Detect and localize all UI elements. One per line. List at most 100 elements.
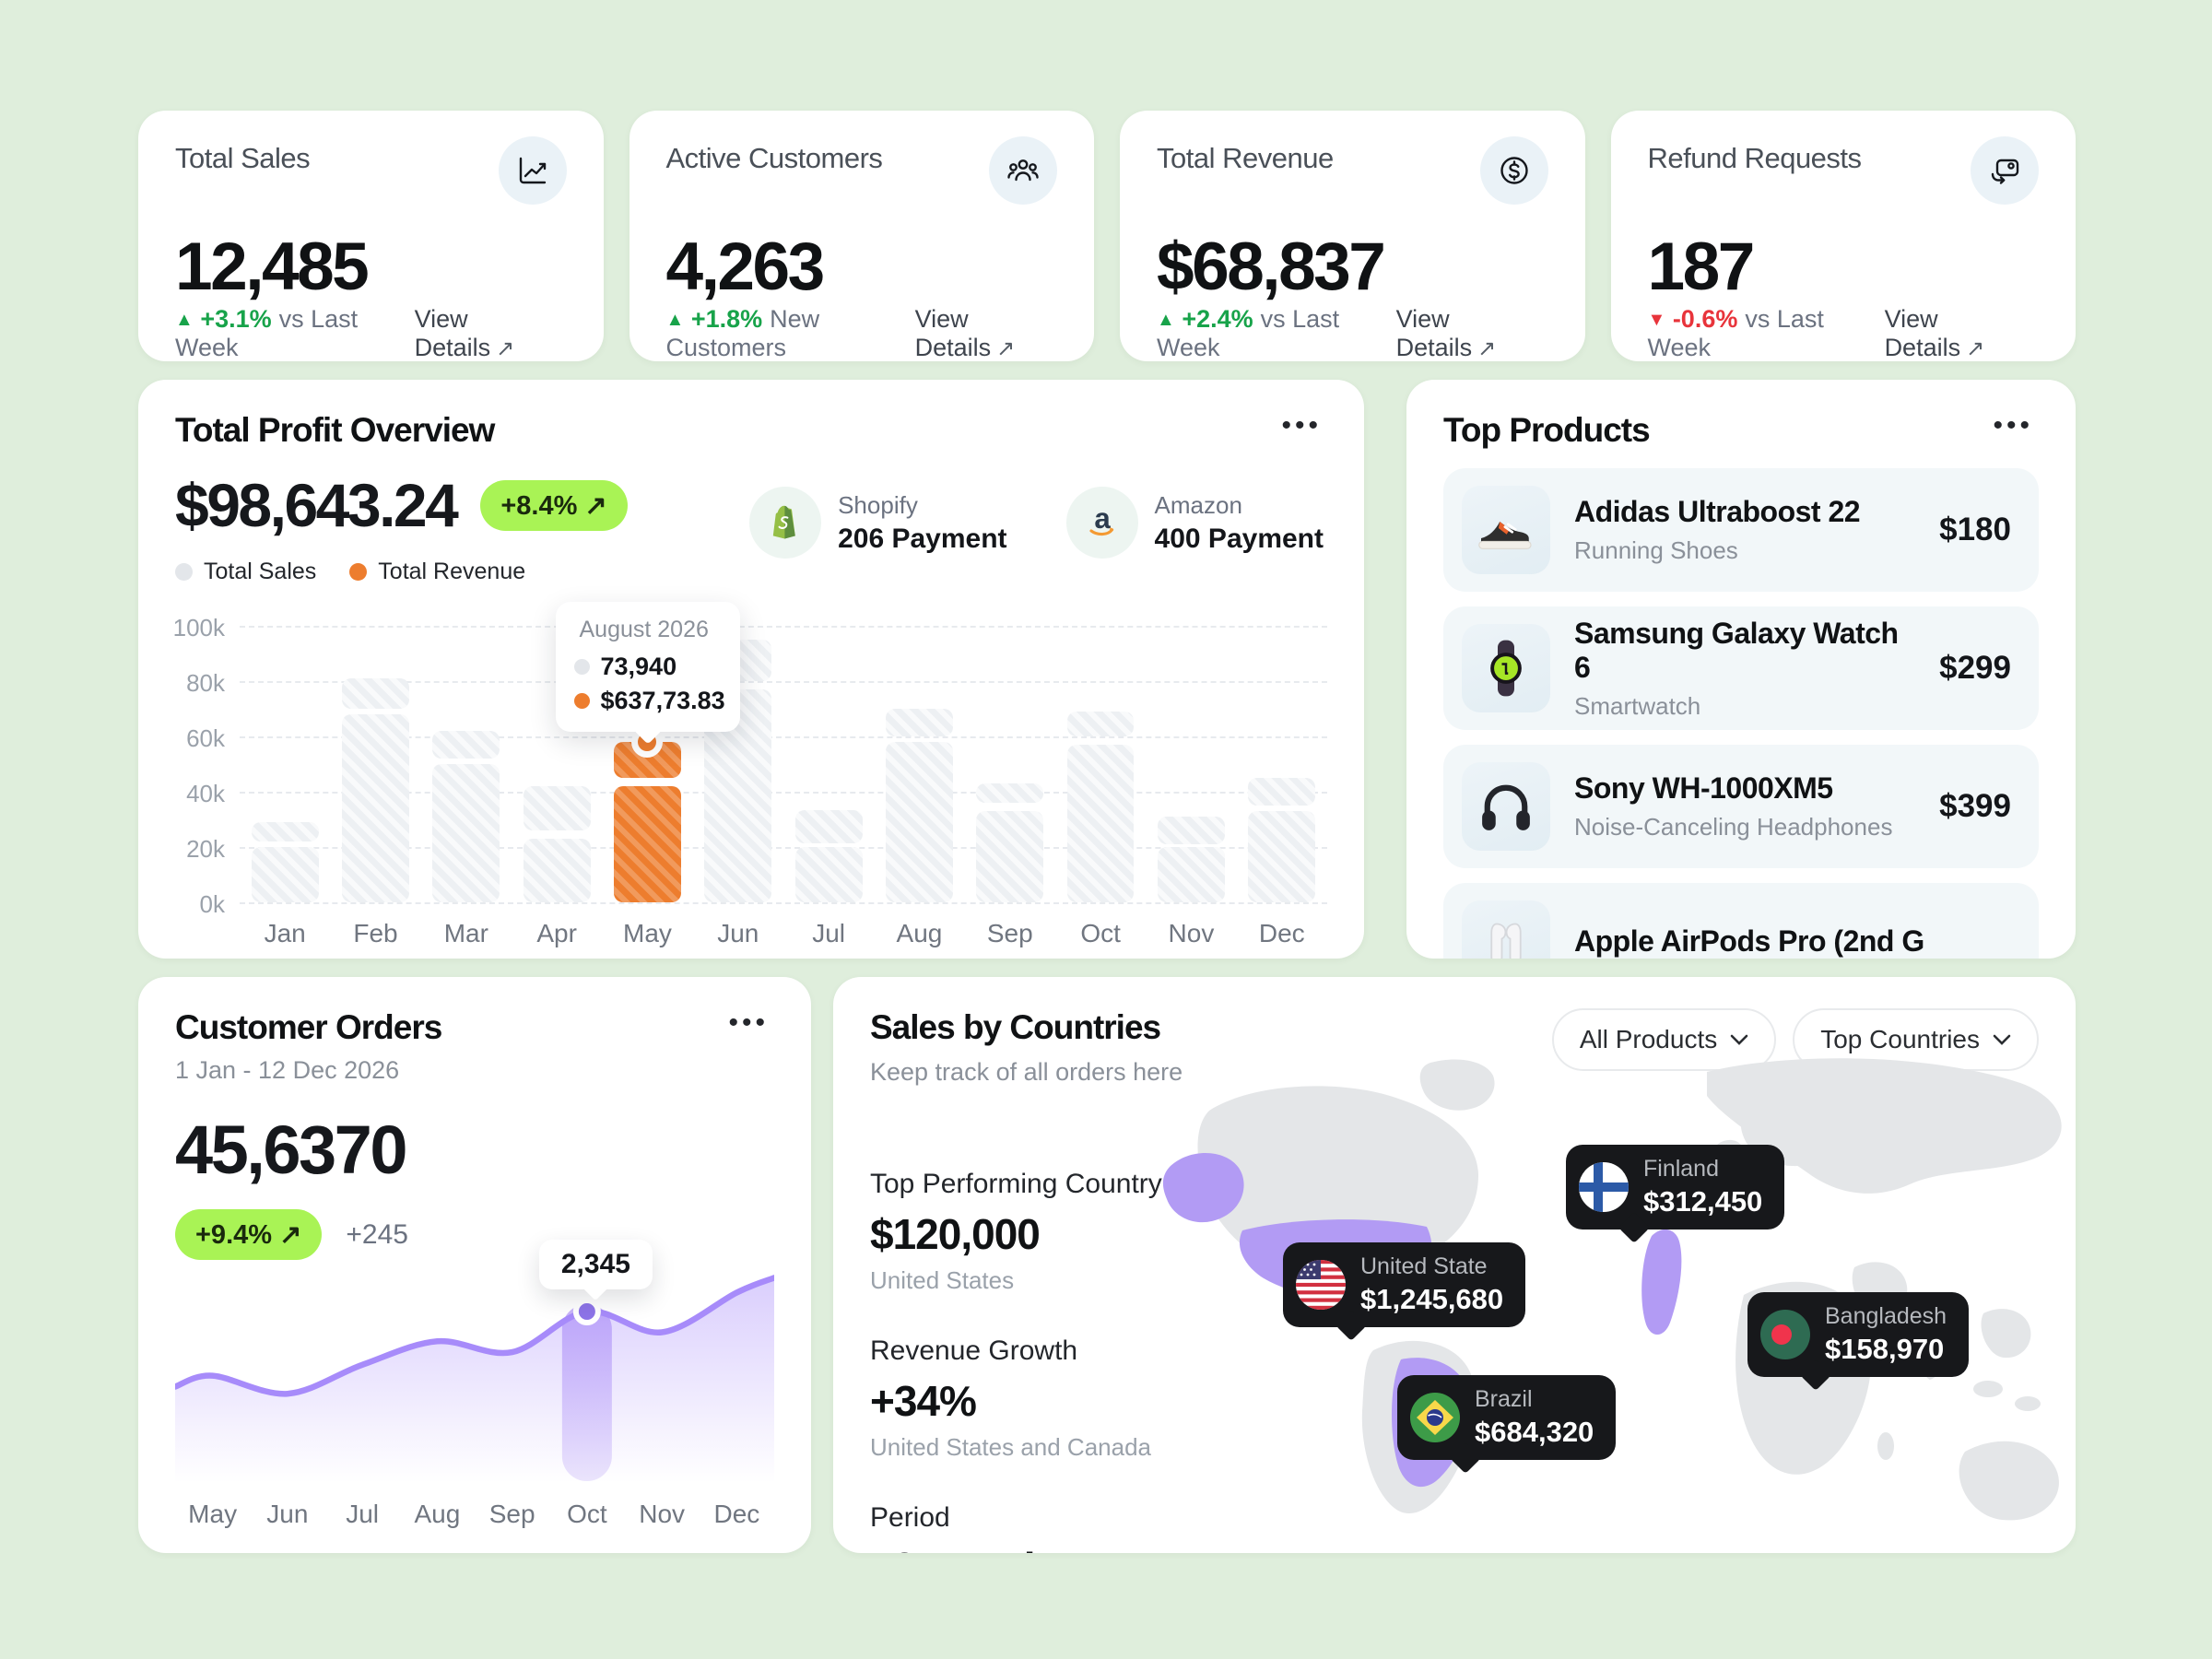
dashboard-page: Total Sales 12,485 ▲ +3.1%vs Last Week V… — [0, 0, 2212, 1659]
view-details-link[interactable]: View Details↗ — [915, 305, 1057, 361]
profit-bar-chart: 100k80k60k40k20k0k August 2026 73,940 $6… — [175, 626, 1327, 948]
payment-count: 206 Payment — [838, 524, 1006, 555]
orders-chart-canvas — [175, 1265, 774, 1487]
profit-month-labels: JanFebMarAprMayJunJulAugSepOctNovDec — [240, 919, 1327, 948]
x-axis-label: Dec — [1237, 919, 1327, 948]
bar-segment-lower — [524, 839, 591, 902]
bar-segment-upper — [524, 786, 591, 830]
stat-card-active-customers: Active Customers 4,263 ▲ +1.8%New Custom… — [629, 111, 1095, 361]
more-options-icon[interactable]: ••• — [1987, 411, 2039, 441]
bar-month-dec[interactable] — [1237, 626, 1327, 902]
legend-total-revenue: Total Revenue — [349, 559, 525, 585]
stat-value: 4,263 — [666, 229, 1058, 305]
x-axis-label: Nov — [1146, 919, 1236, 948]
chart-legend: Total Sales Total Revenue — [175, 559, 1327, 585]
profit-y-axis: 100k80k60k40k20k0k — [175, 626, 240, 902]
bar-month-nov[interactable] — [1146, 626, 1236, 902]
product-name: Adidas Ultraboost 22 — [1574, 495, 1860, 529]
profit-amount: $98,643.24 — [175, 470, 456, 540]
bar-month-sep[interactable] — [965, 626, 1055, 902]
product-price: $399 — [1939, 788, 2011, 825]
bar-month-jan[interactable] — [240, 626, 330, 902]
profit-title: Total Profit Overview — [175, 411, 494, 450]
x-axis-label: May — [602, 919, 692, 948]
brazil-flag-icon — [1410, 1393, 1460, 1442]
tooltip-month: August 2026 — [580, 617, 718, 643]
profit-chart-tooltip: August 2026 73,940 $637,73.83 — [556, 602, 740, 732]
map-marker-bangladesh[interactable]: Bangladesh$158,970 — [1747, 1292, 1969, 1377]
map-se-asia — [1981, 1309, 2030, 1358]
chevron-down-icon — [1730, 1034, 1748, 1045]
arrow-up-right-icon: ↗ — [1477, 336, 1496, 361]
bar-month-mar[interactable] — [421, 626, 512, 902]
x-axis-label: Mar — [421, 919, 512, 948]
orders-value: 45,6370 — [175, 1111, 774, 1189]
dollar-circle-icon — [1480, 136, 1548, 205]
sneaker-image — [1462, 486, 1550, 574]
bar-segment-upper — [252, 822, 319, 841]
stat-delta: ▲ +2.4%vs Last Week — [1157, 305, 1396, 361]
more-options-icon[interactable]: ••• — [723, 1008, 774, 1038]
y-axis-tick: 80k — [186, 669, 225, 698]
tooltip-dot-sales — [574, 659, 590, 675]
bar-segment-lower — [342, 714, 409, 902]
payment-sources: Shopify 206 Payment a Amazon 400 — [749, 487, 1324, 559]
sales-by-countries-card: Sales by Countries Keep track of all ord… — [833, 977, 2076, 1553]
stat-card-refund-requests: Refund Requests 187 ▼ -0.6%vs Last Week … — [1611, 111, 2077, 361]
y-axis-tick: 100k — [173, 614, 225, 642]
bar-segment-lower — [252, 847, 319, 902]
bar-segment-upper — [976, 783, 1043, 803]
orders-month-labels: MayJunJulAugSepOctNovDec — [175, 1500, 774, 1529]
orders-line-chart: 2,345 MayJunJulAugSepOctNovDec — [175, 1265, 774, 1529]
us-flag-icon — [1296, 1260, 1346, 1310]
map-marker-finland[interactable]: Finland$312,450 — [1566, 1145, 1784, 1230]
bar-month-jul[interactable] — [783, 626, 874, 902]
x-axis-label: Aug — [874, 919, 964, 948]
stat-value: 12,485 — [175, 229, 567, 305]
stat-card-total-sales: Total Sales 12,485 ▲ +3.1%vs Last Week V… — [138, 111, 604, 361]
users-icon — [989, 136, 1057, 205]
bar-month-aug[interactable] — [874, 626, 964, 902]
bar-month-feb[interactable] — [330, 626, 420, 902]
total-profit-overview-card: Total Profit Overview ••• $98,643.24 +8.… — [138, 380, 1364, 959]
amazon-payments: a Amazon 400 Payment — [1066, 487, 1324, 559]
arrow-up-right-icon: ↗ — [496, 336, 514, 361]
product-category: Noise-Canceling Headphones — [1574, 813, 1892, 841]
map-indonesia — [1973, 1381, 2003, 1397]
highlight-dot — [576, 1300, 598, 1323]
orders-x-label: Sep — [475, 1500, 549, 1529]
product-row-galaxy-watch[interactable]: Samsung Galaxy Watch 6 Smartwatch $299 — [1443, 606, 2039, 730]
product-row-airpods[interactable]: Apple AirPods Pro (2nd G — [1443, 883, 2039, 959]
arrow-up-right-icon: ↗ — [1966, 336, 1984, 361]
product-category: Running Shoes — [1574, 536, 1860, 565]
product-price: $180 — [1939, 512, 2011, 548]
orders-x-label: Dec — [700, 1500, 774, 1529]
finland-flag-icon — [1579, 1162, 1629, 1212]
view-details-link[interactable]: View Details↗ — [415, 305, 567, 361]
stat-title: Refund Requests — [1648, 142, 1862, 175]
orders-x-label: May — [175, 1500, 250, 1529]
stat-delta: ▼ -0.6%vs Last Week — [1648, 305, 1885, 361]
bar-segment-upper — [432, 731, 500, 759]
bar-segment-upper — [1248, 778, 1315, 806]
stat-title: Total Sales — [175, 142, 310, 175]
map-greenland — [1420, 1059, 1495, 1110]
product-row-sony-headphones[interactable]: Sony WH-1000XM5 Noise-Canceling Headphon… — [1443, 745, 2039, 868]
bar-segment-lower — [1067, 745, 1135, 902]
view-details-link[interactable]: View Details↗ — [1396, 305, 1548, 361]
orders-x-label: Jul — [325, 1500, 400, 1529]
refund-icon — [1971, 136, 2039, 205]
stat-value: 187 — [1648, 229, 2040, 305]
tooltip-dot-revenue — [574, 693, 590, 709]
bar-month-oct[interactable] — [1055, 626, 1146, 902]
chevron-down-icon — [1993, 1034, 2011, 1045]
product-list: Adidas Ultraboost 22 Running Shoes $180 — [1443, 468, 2039, 959]
view-details-link[interactable]: View Details↗ — [1885, 305, 2039, 361]
customer-orders-card: Customer Orders 1 Jan - 12 Dec 2026 ••• … — [138, 977, 811, 1553]
map-marker-united-states[interactable]: United State$1,245,680 — [1283, 1242, 1525, 1327]
bar-segment-lower — [1158, 847, 1225, 902]
map-marker-brazil[interactable]: Brazil$684,320 — [1397, 1375, 1616, 1460]
product-row-adidas[interactable]: Adidas Ultraboost 22 Running Shoes $180 — [1443, 468, 2039, 592]
stat-title: Active Customers — [666, 142, 883, 175]
more-options-icon[interactable]: ••• — [1276, 411, 1327, 441]
